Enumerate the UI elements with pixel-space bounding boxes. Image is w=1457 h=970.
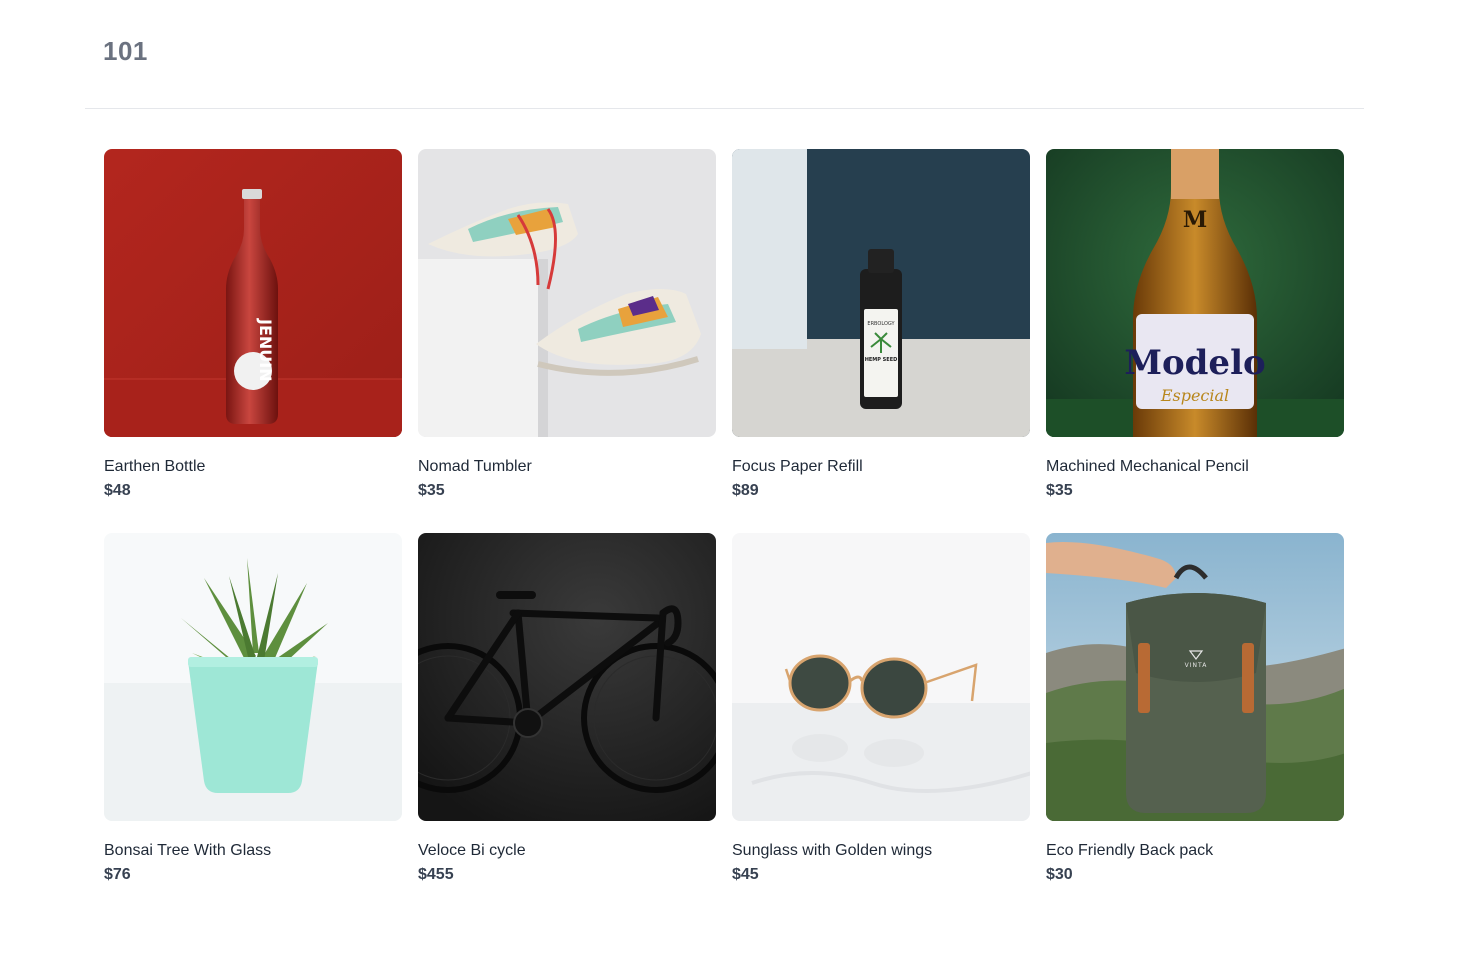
sneakers-photo [418,149,716,437]
bicycle-photo [418,533,716,821]
product-price: $35 [418,482,445,499]
product-price: $48 [104,482,131,499]
product-card[interactable]: Modelo Especial M Machined Mechanical Pe… [1046,149,1344,533]
product-card[interactable]: Bonsai Tree With Glass $76 [104,533,402,917]
brand-logo[interactable]: 101 [103,36,148,67]
product-card[interactable]: JENUIN Earthen Bottle $48 [104,149,402,533]
product-image[interactable] [732,533,1030,821]
product-card[interactable]: Veloce Bi cycle $455 [418,533,716,917]
product-image[interactable] [104,533,402,821]
product-price: $30 [1046,866,1073,883]
product-name[interactable]: Earthen Bottle [104,457,402,477]
beer-sublabel-text: Especial [1160,386,1229,405]
product-image[interactable]: JENUIN [104,149,402,437]
product-price: $89 [732,482,759,499]
product-image[interactable] [418,533,716,821]
product-price: $455 [418,866,454,883]
backpack-photo: VINTA [1046,533,1344,821]
product-price: $45 [732,866,759,883]
beer-label-text: Modelo [1124,343,1265,383]
bottle-label-text: JENUIN [256,318,275,382]
product-price: $76 [104,866,131,883]
product-card[interactable]: VINTA Eco Friendly Back pack $30 [1046,533,1344,917]
bottle-product-text: HEMP SEED [865,357,898,363]
product-image[interactable]: VINTA [1046,533,1344,821]
backpack-brand-text: VINTA [1185,662,1208,669]
product-name[interactable]: Eco Friendly Back pack [1046,841,1344,861]
site-header: 101 [85,0,1364,109]
product-name[interactable]: Focus Paper Refill [732,457,1030,477]
product-image[interactable] [418,149,716,437]
sunglasses-photo [732,533,1030,821]
red-bottle-photo: JENUIN [104,149,402,437]
product-name[interactable]: Sunglass with Golden wings [732,841,1030,861]
product-grid: JENUIN Earthen Bottle $48 Nomad Tumbler … [104,149,1344,917]
beer-bottle-photo: Modelo Especial M [1046,149,1344,437]
svg-text:M: M [1183,207,1207,233]
hemp-bottle-photo: ERBOLOGY HEMP SEED [732,149,1030,437]
product-card[interactable]: ERBOLOGY HEMP SEED Focus Paper Refill $8… [732,149,1030,533]
succulent-photo [104,533,402,821]
product-image[interactable]: ERBOLOGY HEMP SEED [732,149,1030,437]
product-image[interactable]: Modelo Especial M [1046,149,1344,437]
product-name[interactable]: Nomad Tumbler [418,457,716,477]
product-price: $35 [1046,482,1073,499]
product-card[interactable]: Sunglass with Golden wings $45 [732,533,1030,917]
product-card[interactable]: Nomad Tumbler $35 [418,149,716,533]
bottle-brand-text: ERBOLOGY [867,321,895,327]
product-name[interactable]: Veloce Bi cycle [418,841,716,861]
product-name[interactable]: Bonsai Tree With Glass [104,841,402,861]
product-name[interactable]: Machined Mechanical Pencil [1046,457,1344,477]
